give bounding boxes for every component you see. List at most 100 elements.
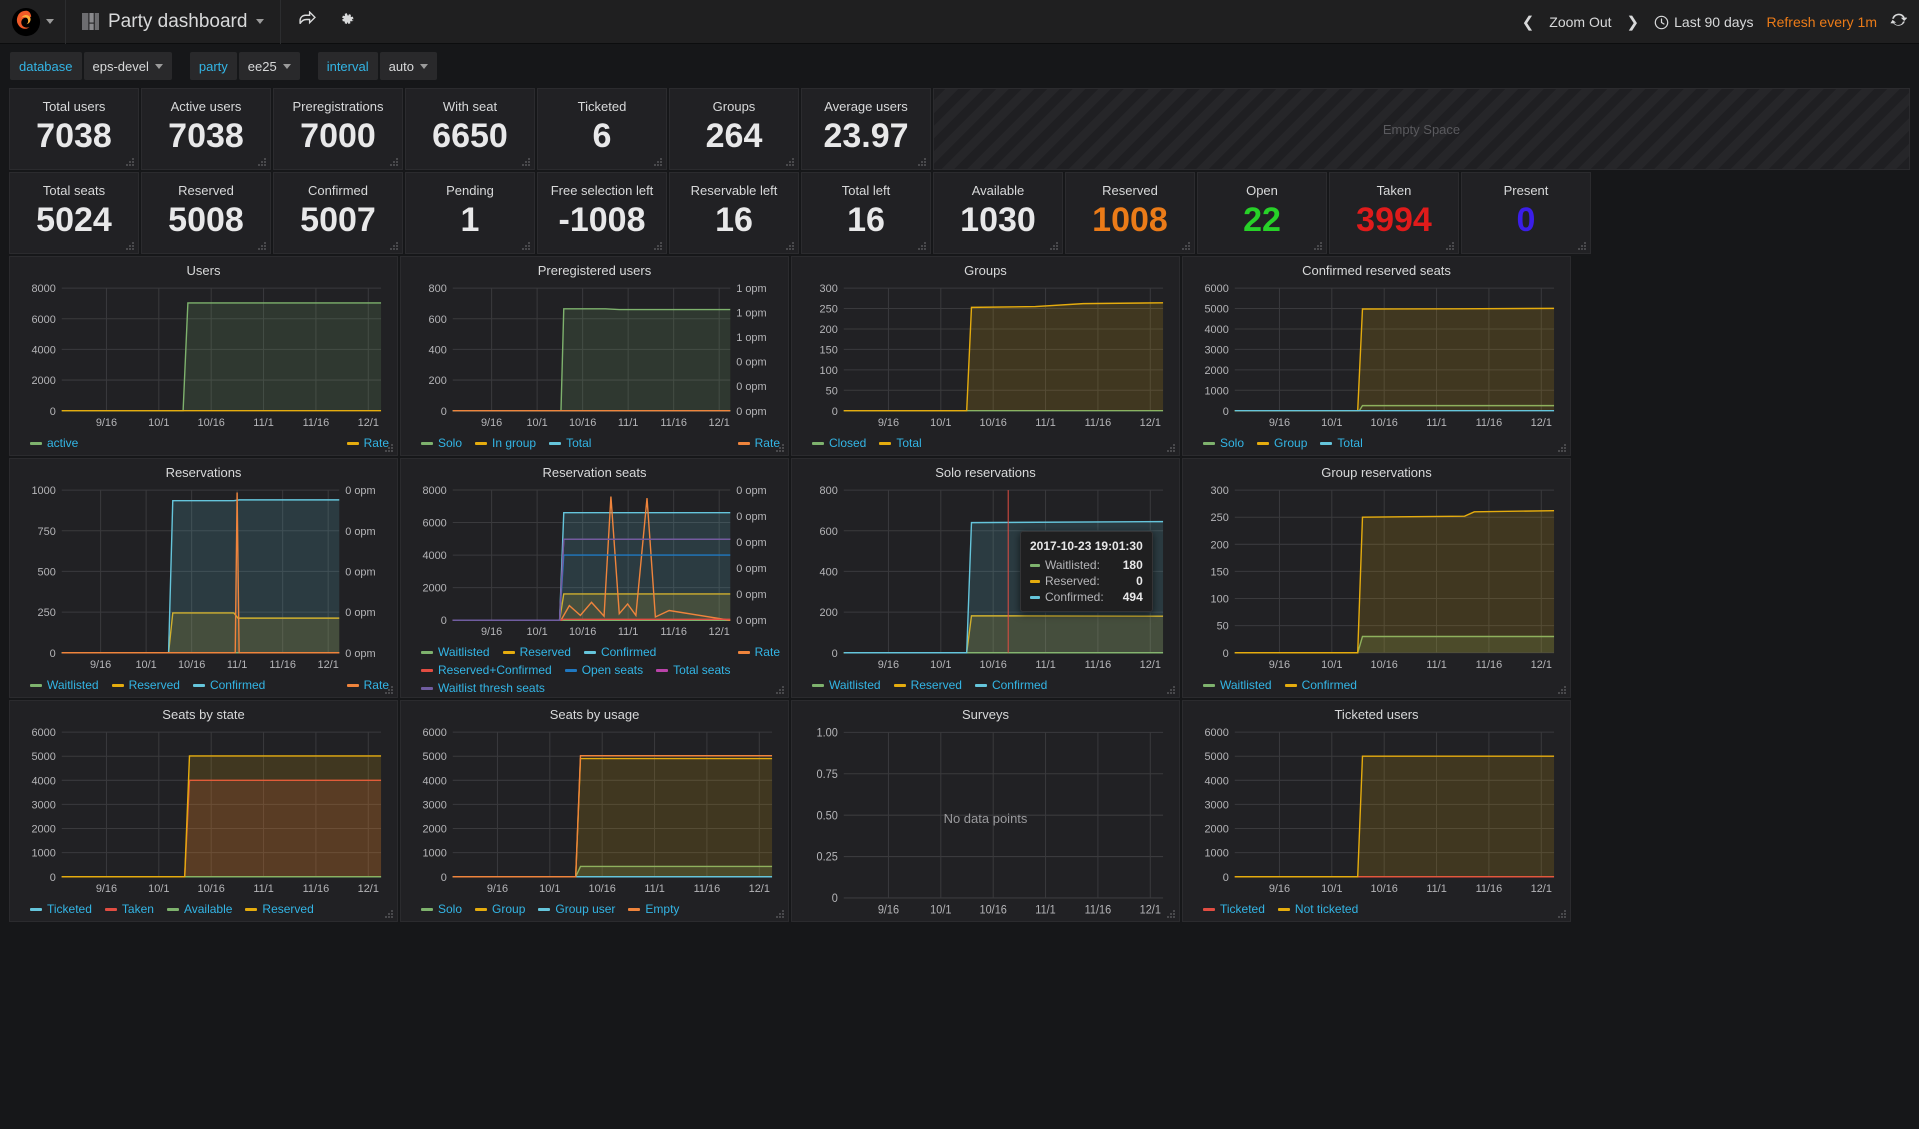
legend-item-confirmed[interactable]: Confirmed	[583, 645, 656, 659]
legend-item-solo[interactable]: Solo	[421, 902, 462, 916]
panel-resize-handle[interactable]	[385, 686, 394, 695]
legend-item-group-user[interactable]: Group user	[538, 902, 615, 916]
graph-panel-ticketed-users[interactable]: Ticketed users 0 1000 2000 3000 4000 5000 6000 9…	[1182, 700, 1571, 922]
stat-panel-taken[interactable]: Taken 3994	[1329, 172, 1459, 254]
plot-area[interactable]: 0 50 100 150 200 250 300 9/16 10/1 10/16 11/1 11/16…	[798, 280, 1173, 433]
legend-item-not-ticketed[interactable]: Not ticketed	[1277, 902, 1358, 916]
legend-item-rate[interactable]: Rate	[737, 645, 780, 659]
legend-item-waitlisted[interactable]: Waitlisted	[30, 678, 99, 692]
zoom-out-button[interactable]: Zoom Out	[1549, 14, 1611, 30]
panel-resize-handle[interactable]	[654, 242, 663, 251]
stat-panel-available[interactable]: Available 1030	[933, 172, 1063, 254]
legend-item-empty[interactable]: Empty	[628, 902, 679, 916]
plot-area[interactable]: 0 0.25 0.50 0.75 1.00 9/16 10/1 10/16 11/1 11/16 1…	[798, 724, 1173, 921]
panel-resize-handle[interactable]	[786, 158, 795, 167]
panel-resize-handle[interactable]	[385, 910, 394, 919]
legend-item-confirmed[interactable]: Confirmed	[1284, 678, 1357, 692]
graph-panel-seats-by-usage[interactable]: Seats by usage 0 1000 2000 3000 4000 5000 6000 9…	[400, 700, 789, 922]
legend-item-total-seats[interactable]: Total seats	[656, 663, 730, 677]
legend-item-confirmed[interactable]: Confirmed	[974, 678, 1047, 692]
panel-resize-handle[interactable]	[1558, 910, 1567, 919]
legend-item-total[interactable]: Total	[1320, 436, 1363, 450]
stat-panel-preregistrations[interactable]: Preregistrations 7000	[273, 88, 403, 170]
legend-item-solo[interactable]: Solo	[1203, 436, 1244, 450]
panel-resize-handle[interactable]	[786, 242, 795, 251]
legend-item-total[interactable]: Total	[879, 436, 922, 450]
plot-area[interactable]: 0 250 500 750 1000 0 opm 0 opm 0 opm 0 opm 0 opm 9…	[16, 482, 391, 675]
stat-panel-active-users[interactable]: Active users 7038	[141, 88, 271, 170]
plot-area[interactable]: 0 50 100 150 200 250 300 9/16 10/1 10/16 11/1 11/16…	[1189, 482, 1564, 675]
stat-panel-total-left[interactable]: Total left 16	[801, 172, 931, 254]
panel-resize-handle[interactable]	[776, 910, 785, 919]
panel-resize-handle[interactable]	[1314, 242, 1323, 251]
panel-resize-handle[interactable]	[654, 158, 663, 167]
plot-area[interactable]: 0 2000 4000 6000 8000 9/16 10/1 10/16 11/1 11/16 1…	[16, 280, 391, 433]
gear-icon[interactable]	[338, 11, 355, 33]
legend-item-rate[interactable]: Rate	[346, 436, 389, 450]
panel-resize-handle[interactable]	[390, 158, 399, 167]
legend-item-open-seats[interactable]: Open seats	[564, 663, 643, 677]
time-shift-forward-button[interactable]: ❯	[1625, 13, 1642, 31]
panel-resize-handle[interactable]	[258, 242, 267, 251]
legend-item-closed[interactable]: Closed	[812, 436, 866, 450]
graph-panel-groups[interactable]: Groups 0 50 100 150 200 250 300 9/16 10/1 10/16 11/…	[791, 256, 1180, 456]
panel-resize-handle[interactable]	[1558, 686, 1567, 695]
legend-item-rate[interactable]: Rate	[737, 436, 780, 450]
time-range-picker[interactable]: Last 90 days	[1654, 14, 1754, 30]
stat-panel-pending[interactable]: Pending 1	[405, 172, 535, 254]
panel-resize-handle[interactable]	[1558, 444, 1567, 453]
plot-area[interactable]: 0 1000 2000 3000 4000 5000 6000 9/16 10/1 10/16 11…	[1189, 724, 1564, 899]
panel-resize-handle[interactable]	[390, 242, 399, 251]
legend-item-available[interactable]: Available	[166, 902, 232, 916]
stat-panel-reserved[interactable]: Reserved 5008	[141, 172, 271, 254]
panel-resize-handle[interactable]	[258, 158, 267, 167]
stat-panel-confirmed[interactable]: Confirmed 5007	[273, 172, 403, 254]
panel-resize-handle[interactable]	[1167, 910, 1176, 919]
panel-resize-handle[interactable]	[126, 242, 135, 251]
panel-resize-handle[interactable]	[1167, 686, 1176, 695]
stat-panel-with-seat[interactable]: With seat 6650	[405, 88, 535, 170]
graph-panel-seats-by-state[interactable]: Seats by state 0 1000 2000 3000 4000 5000 6000 9…	[9, 700, 398, 922]
graph-panel-solo-reservations[interactable]: Solo reservations 0 200 400 600 800 9/16 10/1 10…	[791, 458, 1180, 698]
variable-select-party[interactable]: ee25	[238, 52, 300, 80]
legend-item-reserved[interactable]: Reserved	[502, 645, 571, 659]
legend-item-group[interactable]: Group	[1257, 436, 1307, 450]
refresh-interval-label[interactable]: Refresh every 1m	[1767, 14, 1877, 30]
plot-area[interactable]: 0 200 400 600 800 0 opm 0 opm 0 opm 1 opm 1 opm 1 …	[407, 280, 782, 433]
panel-resize-handle[interactable]	[776, 444, 785, 453]
stat-panel-groups[interactable]: Groups 264	[669, 88, 799, 170]
legend-item-waitlisted[interactable]: Waitlisted	[1203, 678, 1272, 692]
legend-item-rate[interactable]: Rate	[346, 678, 389, 692]
legend-item-reserved-confirmed[interactable]: Reserved+Confirmed	[421, 663, 552, 677]
stat-panel-present[interactable]: Present 0	[1461, 172, 1591, 254]
stat-panel-total-users[interactable]: Total users 7038	[9, 88, 139, 170]
stat-panel-ticketed[interactable]: Ticketed 6	[537, 88, 667, 170]
graph-panel-reservations[interactable]: Reservations 0 250 500 750 1000 0 opm 0 opm 0 op…	[9, 458, 398, 698]
legend-item-ticketed[interactable]: Ticketed	[30, 902, 92, 916]
stat-panel-reservable-left[interactable]: Reservable left 16	[669, 172, 799, 254]
stat-panel-total-seats[interactable]: Total seats 5024	[9, 172, 139, 254]
time-shift-back-button[interactable]: ❮	[1520, 13, 1537, 31]
legend-item-waitlisted[interactable]: Waitlisted	[421, 645, 490, 659]
graph-panel-confirmed-reserved-seats[interactable]: Confirmed reserved seats 0 1000 2000 3000 400…	[1182, 256, 1571, 456]
panel-resize-handle[interactable]	[918, 242, 927, 251]
legend-item-taken[interactable]: Taken	[104, 902, 154, 916]
legend-item-active[interactable]: active	[30, 436, 78, 450]
panel-resize-handle[interactable]	[385, 444, 394, 453]
graph-panel-users[interactable]: Users 0 2000 4000 6000 8000 9/16 10/1 10/16 11/1 1…	[9, 256, 398, 456]
legend-item-reserved[interactable]: Reserved	[893, 678, 962, 692]
variable-select-database[interactable]: eps-devel	[83, 52, 172, 80]
panel-resize-handle[interactable]	[126, 158, 135, 167]
legend-item-confirmed[interactable]: Confirmed	[192, 678, 265, 692]
stat-panel-open[interactable]: Open 22	[1197, 172, 1327, 254]
legend-item-waitlisted[interactable]: Waitlisted	[812, 678, 881, 692]
stat-panel-reserved[interactable]: Reserved 1008	[1065, 172, 1195, 254]
graph-panel-preregistered-users[interactable]: Preregistered users 0 200 400 600 800 0 opm 0 o…	[400, 256, 789, 456]
stat-panel-average-users[interactable]: Average users 23.97	[801, 88, 931, 170]
share-icon[interactable]	[299, 9, 317, 33]
dashboard-title-menu[interactable]: Party dashboard	[66, 0, 282, 44]
panel-resize-handle[interactable]	[522, 242, 531, 251]
panel-resize-handle[interactable]	[776, 686, 785, 695]
panel-resize-handle[interactable]	[918, 158, 927, 167]
panel-resize-handle[interactable]	[1446, 242, 1455, 251]
